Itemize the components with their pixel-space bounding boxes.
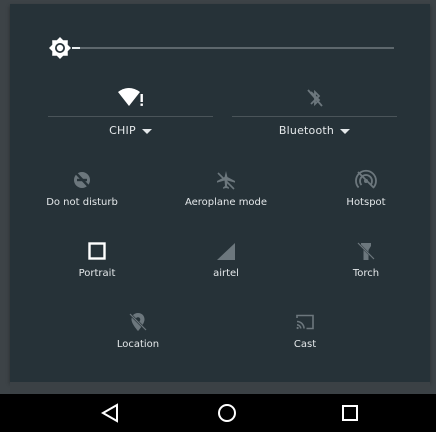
- tile-aeroplane-mode[interactable]: Aeroplane mode: [161, 169, 291, 219]
- do-not-disturb-icon: [74, 171, 91, 189]
- tile-airtel[interactable]: airtel: [161, 240, 291, 290]
- tile-do-not-disturb[interactable]: Do not disturb: [17, 169, 147, 219]
- flashlight-off-icon: [357, 242, 375, 260]
- back-icon[interactable]: [95, 400, 125, 426]
- home-icon[interactable]: [212, 400, 242, 426]
- quick-settings-panel: CHIP Bluetooth Do not disturb Aeroplane …: [10, 4, 430, 382]
- bluetooth-disabled-icon: [306, 89, 323, 107]
- panel-shadow-strip: [10, 382, 430, 394]
- tile-hotspot[interactable]: Hotspot: [301, 169, 431, 219]
- bluetooth-tile[interactable]: Bluetooth: [232, 76, 397, 146]
- tile-label: Hotspot: [346, 197, 386, 208]
- chevron-down-icon: [141, 128, 152, 134]
- tile-label: Do not disturb: [46, 197, 118, 208]
- bluetooth-divider: [232, 116, 397, 117]
- brightness-icon: [49, 37, 71, 59]
- recents-icon[interactable]: [335, 400, 365, 426]
- wifi-divider: [48, 116, 213, 117]
- cast-icon: [296, 314, 314, 330]
- tile-label: Aeroplane mode: [184, 197, 268, 208]
- tile-label: airtel: [213, 268, 239, 279]
- bluetooth-label: Bluetooth: [278, 124, 335, 137]
- portrait-lock-icon: [88, 242, 106, 260]
- tile-label: Torch: [352, 268, 380, 279]
- navigation-bar: [0, 394, 436, 432]
- tile-portrait[interactable]: Portrait: [32, 240, 162, 290]
- airplane-off-icon: [217, 171, 235, 190]
- wifi-tile-label[interactable]: CHIP: [48, 124, 213, 137]
- tile-label: Portrait: [78, 268, 116, 279]
- brightness-control[interactable]: [10, 4, 430, 84]
- location-off-icon: [129, 313, 147, 331]
- brightness-slider[interactable]: [80, 47, 394, 49]
- wifi-tile[interactable]: CHIP: [48, 76, 213, 146]
- tile-label: Location: [116, 339, 160, 350]
- wifi-network-name: CHIP: [109, 124, 136, 137]
- chevron-down-icon: [340, 128, 351, 134]
- tile-label: Cast: [293, 339, 317, 350]
- wifi-alert-icon: [117, 88, 143, 106]
- tile-torch[interactable]: Torch: [301, 240, 431, 290]
- hotspot-off-icon: [355, 169, 377, 189]
- tile-location[interactable]: Location: [73, 311, 203, 361]
- cellular-signal-icon: [217, 243, 235, 260]
- bluetooth-tile-label[interactable]: Bluetooth: [232, 124, 397, 137]
- tile-cast[interactable]: Cast: [240, 311, 370, 361]
